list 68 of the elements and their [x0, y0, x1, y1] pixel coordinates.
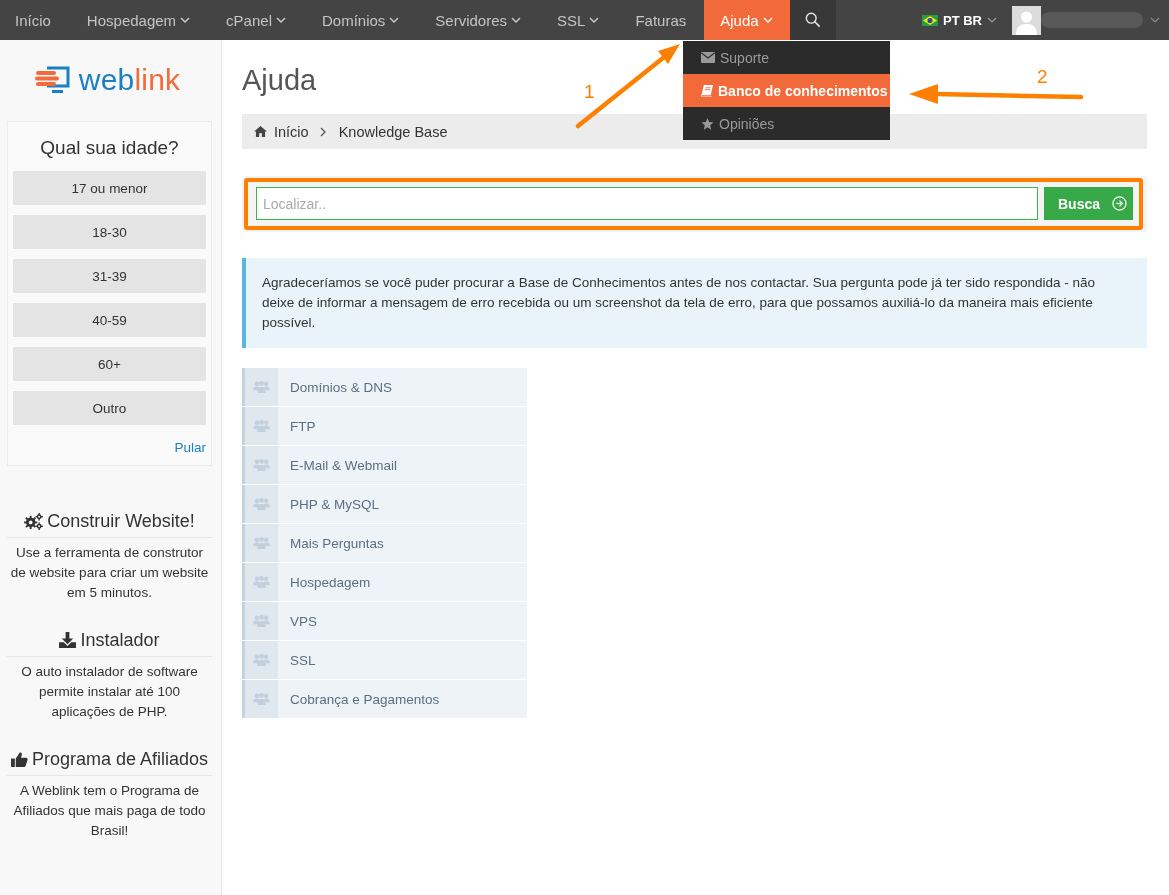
chevron-right-icon — [319, 126, 326, 137]
users-icon — [253, 537, 270, 549]
breadcrumb-link[interactable]: Início — [274, 123, 309, 140]
poll-title: Qual sua idade? — [39, 136, 180, 160]
promo-title: Construir Website! — [47, 510, 195, 532]
book-icon — [701, 84, 713, 97]
poll-option[interactable]: Outro — [13, 391, 206, 425]
category-item[interactable]: Cobrança e Pagamentos — [242, 680, 527, 718]
search-field[interactable]: Localizar.. — [256, 187, 1038, 220]
annotation-number: 2 — [1037, 66, 1048, 88]
menu-item[interactable]: Banco de conhecimentos — [683, 74, 890, 107]
nav-tab[interactable]: Servidores — [417, 0, 540, 40]
language-selector[interactable]: PT BR — [922, 0, 997, 40]
logo-wordmark: weblink — [78, 62, 181, 98]
menu-item[interactable]: Suporte — [683, 41, 890, 74]
breadcrumb-link[interactable]: Knowledge Base — [338, 123, 448, 140]
envelope-icon — [701, 52, 715, 63]
poll-option[interactable]: 17 ou menor — [13, 171, 206, 205]
users-icon — [253, 459, 270, 471]
menu-item[interactable]: Opiniões — [683, 107, 890, 140]
users-icon — [253, 576, 270, 588]
promo-title: Instalador — [80, 629, 160, 651]
category-item[interactable]: PHP & MySQL — [242, 485, 527, 523]
category-item[interactable]: Mais Perguntas — [242, 524, 527, 562]
annotation-number: 1 — [584, 81, 595, 103]
nav-tab[interactable]: Hospedagem — [68, 0, 209, 40]
nav-tab[interactable]: Ajuda — [704, 0, 790, 40]
search-button[interactable] — [789, 0, 836, 40]
promo-text: A Weblink tem o Programa de Afiliados que mais paga de todo Brasil! — [12, 782, 207, 840]
nav-tab[interactable]: Início — [0, 0, 69, 40]
category-item[interactable]: SSL — [242, 641, 527, 679]
poll-option[interactable]: 40-59 — [13, 303, 206, 337]
users-icon — [253, 654, 270, 666]
page-title: Ajuda — [242, 64, 317, 96]
nav-tab[interactable]: Faturas — [617, 0, 705, 40]
brazil-flag-icon — [922, 14, 938, 26]
users-icon — [253, 693, 270, 705]
users-icon — [253, 615, 270, 627]
poll-option[interactable]: 18-30 — [13, 215, 206, 249]
category-item[interactable]: FTP — [242, 407, 527, 445]
search-submit-button[interactable]: Busca — [1044, 187, 1133, 220]
category-item[interactable]: Hospedagem — [242, 563, 527, 601]
poll-option[interactable]: 31-39 — [13, 259, 206, 293]
user-avatar-icon[interactable] — [1012, 5, 1041, 35]
nav-tab[interactable]: Domínios — [303, 0, 418, 40]
skip-link[interactable]: Pular — [174, 439, 206, 457]
nav-tab[interactable]: cPanel — [208, 0, 304, 40]
chevron-down-icon[interactable] — [1150, 17, 1160, 23]
download-icon — [59, 632, 77, 648]
users-icon — [253, 420, 270, 432]
thumbs-up-icon — [10, 751, 28, 767]
star-icon — [701, 117, 714, 130]
promo-title: Programa de Afiliados — [31, 748, 209, 770]
category-item[interactable]: Domínios & DNS — [242, 368, 527, 406]
info-notice: Agradeceríamos se você puder procurar a Base de Conhecimentos antes de nos contactar. Sua pergunta pode já ter sido respondida - não deixe de informar a mensagem de erro recebida ou um screenshot da tela de erro, para que possamos auxiliá-lo da maneira mais eficiente possível. — [242, 258, 1147, 348]
promo-text: Use a ferramenta de construtor de website para criar um website em 5 minutos. — [9, 544, 210, 602]
poll-option[interactable]: 60+ — [13, 347, 206, 381]
gears-icon — [24, 512, 44, 530]
nav-tab[interactable]: SSL — [539, 0, 618, 40]
chevron-down-icon — [987, 17, 997, 23]
monitor-logo-icon — [34, 65, 71, 95]
search-icon — [804, 12, 821, 28]
category-item[interactable]: E-Mail & Webmail — [242, 446, 527, 484]
promo-text: O auto instalador de software permite instalar até 100 aplicações de PHP. — [20, 663, 199, 721]
category-item[interactable]: VPS — [242, 602, 527, 640]
users-icon — [253, 498, 270, 510]
home-icon — [254, 126, 267, 137]
users-icon — [253, 381, 270, 393]
